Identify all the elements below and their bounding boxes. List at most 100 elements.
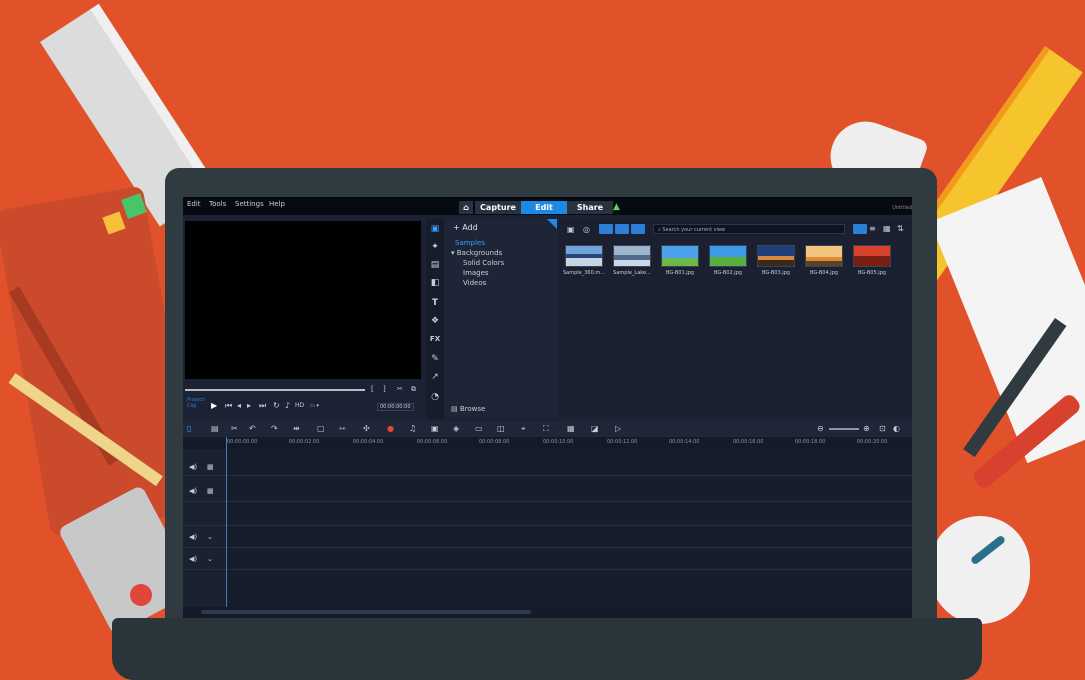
skip-end-icon[interactable]: ⏭ [259,401,266,411]
track-headers: ◀) ▦ ◀) ▦ ◀) ⌄ ◀) ⌄ [183,449,225,607]
tree-item-solid-colors[interactable]: Solid Colors [463,259,504,267]
capture-icon[interactable]: ◎ [583,225,590,234]
track-manager-icon[interactable]: ▤ [211,424,219,433]
media-icon[interactable]: ▣ [429,223,441,235]
thumb-bg-b05[interactable] [853,245,891,267]
track-audio-icon[interactable]: ◀) [189,533,197,541]
play-icon[interactable]: ▶ [211,401,217,410]
volume-icon[interactable]: ♪ [285,401,290,410]
thumb-bg-b01[interactable] [661,245,699,267]
redo-icon[interactable]: ↷ [271,424,278,433]
step-back-icon[interactable]: ◂ [237,401,241,410]
zoom-out-icon[interactable]: ⊖ [817,424,824,433]
show-audio-button[interactable] [631,224,645,234]
timecode-display[interactable]: 00:00:00:00 [377,403,414,411]
home-button[interactable]: ⌂ [459,201,473,214]
track-audio-icon[interactable]: ◀) [189,463,197,471]
step-forward-icon[interactable]: ▸ [247,401,251,410]
mark-out-icon[interactable]: ] [383,385,386,393]
crop-icon[interactable]: ▢ [317,424,325,433]
thumb-view-icon[interactable]: ▦ [883,224,891,233]
timeline-tracks[interactable] [225,449,912,607]
score-fitter-icon[interactable]: ◪ [591,424,599,433]
screen-capture-icon[interactable]: ▦ [567,424,575,433]
scrollbar-thumb[interactable] [201,610,531,614]
motion-track-icon[interactable]: ◈ [453,424,459,433]
chevron-down-icon[interactable]: ⌄ [207,533,213,541]
tree-item-videos[interactable]: Videos [463,279,486,287]
skip-start-icon[interactable]: ⏮ [225,401,232,411]
timeline-ruler[interactable]: 00:00:00.00 00:00:02.00 00:00:04.00 00:0… [183,437,912,449]
scrubber-bar[interactable] [185,389,365,391]
auto-music-icon[interactable]: ▣ [431,424,439,433]
search-input[interactable]: ⌕ Search your current view [653,224,845,234]
fx-icon[interactable]: FX [429,333,441,345]
add-folder-button[interactable]: + Add [453,223,478,232]
instant-project-icon[interactable]: ✦ [429,241,441,253]
chevron-down-icon[interactable]: ⌄ [207,555,213,563]
browse-button[interactable]: ▤ Browse [451,405,485,413]
import-media-icon[interactable]: ▣ [567,225,575,234]
audio-mixer-icon[interactable]: ♫ [409,424,416,433]
thumb-bg-b02[interactable] [709,245,747,267]
transition-icon[interactable]: ◧ [429,277,441,289]
graphics-icon[interactable]: ❖ [429,315,441,327]
menu-help[interactable]: Help [269,200,285,208]
repeat-icon[interactable]: ↻ [273,401,280,410]
track-grid-icon[interactable]: ▦ [207,487,214,495]
tab-capture[interactable]: Capture [475,201,521,214]
ruler-tick: 00:00:02.00 [289,439,320,445]
fit-project-icon[interactable]: ⊡ [879,424,886,433]
timeline-scrollbar[interactable] [183,607,912,618]
show-videos-button[interactable] [599,224,613,234]
tree-item-backgrounds[interactable]: ▾ Backgrounds [451,249,502,257]
hd-icon[interactable]: HD [295,402,304,409]
split-icon[interactable]: ✂ [397,385,403,393]
project-clip-toggle[interactable]: Project- Clip [187,397,206,409]
title-icon[interactable]: T [429,297,441,309]
tree-item-samples[interactable]: Samples [455,239,485,247]
record-icon[interactable]: ● [387,424,394,433]
trim-icon[interactable]: ⇹ [293,424,300,433]
project-settings-icon[interactable]: ◐ [893,424,900,433]
split-clip-icon[interactable]: ⇿ [339,424,346,433]
menu-tools[interactable]: Tools [209,200,226,208]
sort-icon[interactable]: ⇅ [897,224,904,233]
speed-icon[interactable]: ◔ [429,391,441,403]
thumb-sample-lake[interactable] [613,245,651,267]
motion-icon[interactable]: ✣ [363,424,370,433]
preview-window[interactable] [185,221,421,379]
mask-icon[interactable]: ⌖ [521,424,526,434]
template-icon[interactable]: ▤ [429,259,441,271]
track-audio-icon[interactable]: ◀) [189,487,197,495]
undo-icon[interactable]: ↶ [249,424,256,433]
tab-share[interactable]: Share [567,201,613,214]
timeline-view-icon[interactable]: ▯ [187,424,191,433]
resize-icon[interactable]: ▭ ▾ [310,403,319,409]
thumb-sample-360[interactable] [565,245,603,267]
multi-camera-icon[interactable]: ◫ [497,424,505,433]
zoom-in-icon[interactable]: ⊕ [863,424,870,433]
upload-icon[interactable]: ▲ [613,202,621,212]
zoom-slider[interactable] [829,428,859,430]
fit-icon[interactable]: ⛶ [543,424,549,434]
thumb-bg-b03[interactable] [757,245,795,267]
tree-item-images[interactable]: Images [463,269,489,277]
detail-view-icon[interactable]: ≡ [869,224,876,233]
list-view-button[interactable] [853,224,867,234]
thumb-bg-b04[interactable] [805,245,843,267]
menu-edit[interactable]: Edit [187,200,201,208]
mark-in-icon[interactable]: [ [371,385,374,393]
snapshot-icon[interactable]: ⧉ [411,385,416,394]
playhead[interactable] [226,437,227,607]
sound-icon[interactable]: ▷ [615,424,621,433]
show-photos-button[interactable] [615,224,629,234]
subtitle-icon[interactable]: ▭ [475,424,483,433]
track-audio-icon[interactable]: ◀) [189,555,197,563]
track-grid-icon[interactable]: ▦ [207,463,214,471]
menu-settings[interactable]: Settings [235,200,264,208]
tab-edit[interactable]: Edit [521,201,567,214]
path-icon[interactable]: ↗ [429,371,441,383]
tools-icon[interactable]: ✂ [231,424,238,433]
filter-icon[interactable]: ✎ [429,353,441,365]
